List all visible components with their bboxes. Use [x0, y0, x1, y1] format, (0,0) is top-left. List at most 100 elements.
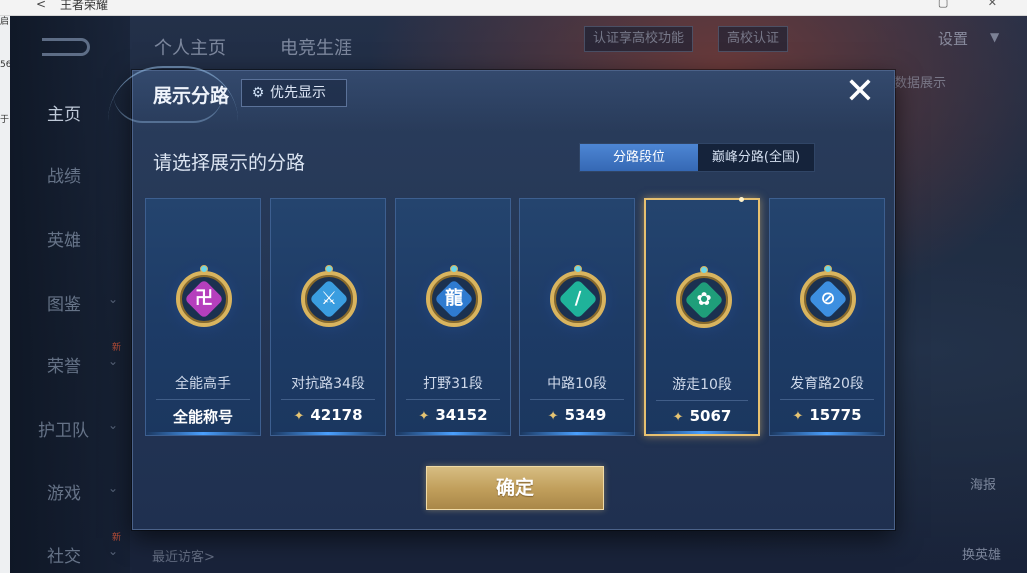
score-icon: ✦ — [418, 409, 430, 424]
chevron-down-icon[interactable]: ⌄ — [108, 481, 118, 495]
priority-display-button[interactable]: ⚙ 优先显示 — [241, 79, 347, 107]
close-icon[interactable]: ✕ — [842, 74, 878, 111]
lane-name: 中路10段 — [547, 376, 607, 392]
score-icon: ✦ — [792, 409, 804, 424]
sidebar-item[interactable]: 游戏 — [47, 479, 81, 504]
swap-hero-button[interactable]: 换英雄 — [962, 544, 1001, 563]
chevron-down-icon[interactable]: ⌄ — [108, 418, 118, 432]
lane-emblem-icon: ✿ — [662, 258, 746, 342]
card-glow — [520, 432, 634, 435]
sidebar-item[interactable]: 护卫队 — [38, 416, 89, 441]
return-icon[interactable] — [42, 38, 90, 56]
sidebar-item[interactable]: 社交 — [47, 542, 81, 567]
lane-score-value: 全能称号 — [172, 408, 233, 426]
chevron-down-icon[interactable]: ⌄ — [108, 292, 118, 306]
lane-emblem-icon: ⚔ — [287, 257, 371, 341]
host-left-strip: 启 56 于 — [0, 16, 11, 573]
score-icon: ✦ — [293, 409, 305, 424]
emblem-gem — [824, 265, 832, 273]
emblem-ring: ∕ — [550, 271, 606, 327]
lane-score: ✦ 15775 — [770, 406, 884, 424]
lane-card[interactable]: 卍全能高手 全能称号 — [145, 198, 261, 436]
divider — [656, 400, 748, 401]
confirm-button[interactable]: 确定 — [426, 466, 604, 510]
emblem-glyph: ∕ — [574, 288, 582, 309]
host-title-bar: < 王者荣耀 ▢ ✕ — [0, 0, 1027, 16]
divider — [281, 399, 375, 400]
recent-visitors-link[interactable]: 最近访客> — [152, 546, 215, 565]
lane-score-value: 34152 — [435, 406, 488, 424]
emblem-glyph: 龍 — [445, 288, 463, 309]
lane-name: 对抗路34段 — [291, 376, 365, 392]
emblem-glyph: ⚔ — [320, 288, 338, 309]
tab-lane-rank[interactable]: 分路段位 — [580, 144, 698, 171]
host-left-char: 启 — [0, 17, 10, 27]
tab-personal-home[interactable]: 个人主页 — [154, 34, 226, 60]
emblem-ring: 卍 — [176, 271, 232, 327]
emblem-gem — [200, 265, 208, 273]
lane-emblem-icon: ⊘ — [786, 257, 870, 341]
sidebar-item[interactable]: 英雄 — [47, 226, 81, 251]
new-badge: 新 — [112, 343, 122, 353]
lane-score: ✦ 42178 — [271, 406, 385, 424]
lane-score: 全能称号 — [146, 406, 260, 427]
host-window-title: 王者荣耀 — [60, 0, 109, 12]
emblem-glyph: 卍 — [195, 288, 213, 309]
card-glow — [271, 432, 385, 435]
sidebar-item[interactable]: 主页 — [47, 100, 81, 125]
gear-icon: ⚙ — [251, 85, 265, 101]
emblem-gem — [450, 265, 458, 273]
emblem-ring: ⚔ — [301, 271, 357, 327]
lane-name: 发育路20段 — [790, 376, 864, 392]
dialog-subtitle: 请选择展示的分路 — [153, 152, 306, 174]
divider — [406, 399, 500, 400]
lane-score-value: 42178 — [310, 406, 363, 424]
emblem-glyph: ⊘ — [820, 288, 836, 309]
score-icon: ✦ — [547, 409, 559, 424]
settings-button[interactable]: 设置 — [938, 28, 968, 49]
card-glow — [396, 432, 510, 435]
lane-card[interactable]: 龍打野31段 ✦ 34152 — [395, 198, 511, 436]
card-glow — [770, 432, 884, 435]
lane-card[interactable]: ✿ 游走10段 ✦ 5067 — [644, 197, 760, 436]
lane-card[interactable]: ⊘ 发育路20段 ✦ 15775 — [769, 198, 885, 436]
sidebar-item[interactable]: 图鉴 — [47, 290, 81, 315]
priority-display-label: 优先显示 — [270, 85, 326, 101]
card-glow — [646, 431, 758, 434]
dialog-title: 展示分路 — [153, 85, 230, 107]
lane-card[interactable]: ∕ 中路10段 ✦ 5349 — [519, 198, 635, 436]
lane-score-value: 5067 — [689, 407, 732, 425]
emblem-glyph: ✿ — [696, 289, 712, 310]
chevron-down-icon[interactable]: ⌄ — [108, 354, 118, 368]
emblem-gem — [574, 265, 582, 273]
back-arrow-icon[interactable]: < — [36, 0, 46, 11]
tab-peak-lane-national[interactable]: 巅峰分路(全国) — [698, 144, 814, 171]
lane-emblem-icon: 卍 — [162, 257, 246, 341]
lane-display-dialog: 展示分路 ⚙ 优先显示 ✕ 请选择展示的分路 分路段位 巅峰分路(全国) 卍全能高… — [108, 66, 895, 530]
divider — [156, 399, 250, 400]
lane-score-value: 15775 — [809, 406, 862, 424]
emblem-ring: ✿ — [676, 272, 732, 328]
lane-name: 全能高手 — [175, 376, 231, 392]
lane-score-value: 5349 — [564, 406, 607, 424]
lane-card-list: 卍全能高手全能称号 ⚔ 对抗路34段 ✦ 42178 龍打野31段 ✦ 34152 ∕ 中路10段… — [145, 197, 885, 436]
verify-banner[interactable]: 认证享高校功能 — [584, 26, 694, 52]
divider — [780, 399, 874, 400]
score-icon: ✦ — [672, 410, 684, 425]
lane-name: 打野31段 — [423, 376, 483, 392]
new-badge: 新 — [112, 533, 122, 543]
sidebar-item[interactable]: 荣誉 — [47, 352, 81, 377]
poster-button[interactable]: 海报 — [970, 474, 996, 493]
window-controls[interactable]: ▢ ✕ — [938, 0, 1015, 9]
tab-esports-career[interactable]: 电竞生涯 — [280, 34, 352, 60]
lane-name: 游走10段 — [672, 377, 732, 393]
campus-verify-button[interactable]: 高校认证 — [718, 26, 789, 52]
divider — [530, 399, 624, 400]
emblem-ring: 龍 — [426, 271, 482, 327]
chevron-down-icon[interactable]: ▼ — [990, 30, 999, 44]
sidebar-item[interactable]: 战绩 — [47, 162, 81, 187]
lane-card[interactable]: ⚔ 对抗路34段 ✦ 42178 — [270, 198, 386, 436]
chevron-down-icon[interactable]: ⌄ — [108, 544, 118, 558]
card-glow — [146, 432, 260, 435]
lane-mode-toggle: 分路段位 巅峰分路(全国) — [579, 143, 815, 172]
